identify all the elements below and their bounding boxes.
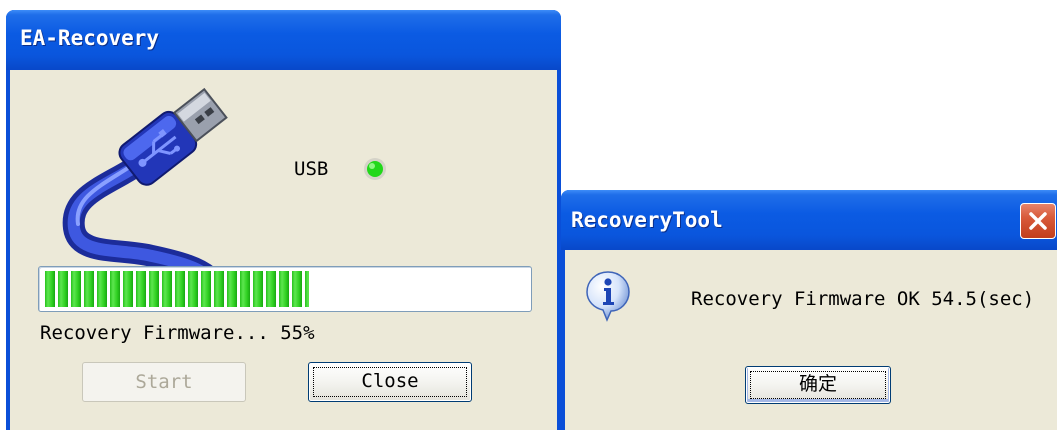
close-icon xyxy=(1029,212,1047,230)
dialog-title: RecoveryTool xyxy=(571,208,723,232)
recoverytool-client-area: Recovery Firmware OK 54.5(sec) 确定 xyxy=(565,250,1057,430)
usb-status-indicator-icon xyxy=(364,158,386,180)
recovery-progress-bar xyxy=(38,266,532,312)
window-title: EA-Recovery xyxy=(20,26,160,50)
ea-recovery-client-area: USB Recovery Firmware... 55% Start Close xyxy=(10,70,557,430)
focus-rectangle xyxy=(750,371,886,399)
ea-recovery-titlebar[interactable]: EA-Recovery xyxy=(6,10,561,70)
close-button[interactable]: Close xyxy=(308,362,472,402)
progress-bar-fill xyxy=(45,271,309,307)
recovery-status-text: Recovery Firmware... 55% xyxy=(40,322,315,344)
usb-cable-icon xyxy=(62,87,228,268)
usb-label: USB xyxy=(294,158,329,180)
ea-recovery-window: EA-Recovery USB Recovery Firmware... 55%… xyxy=(6,10,561,430)
start-button[interactable]: Start xyxy=(82,362,246,402)
info-icon xyxy=(586,271,630,322)
ok-button[interactable]: 确定 xyxy=(745,366,891,404)
recoverytool-dialog: RecoveryTool Recovery Firmware OK 54.5(s… xyxy=(561,190,1057,430)
dialog-message: Recovery Firmware OK 54.5(sec) xyxy=(691,288,1035,310)
focus-rectangle xyxy=(313,367,467,397)
dialog-close-button[interactable] xyxy=(1020,203,1056,239)
recoverytool-titlebar[interactable]: RecoveryTool xyxy=(561,190,1057,250)
